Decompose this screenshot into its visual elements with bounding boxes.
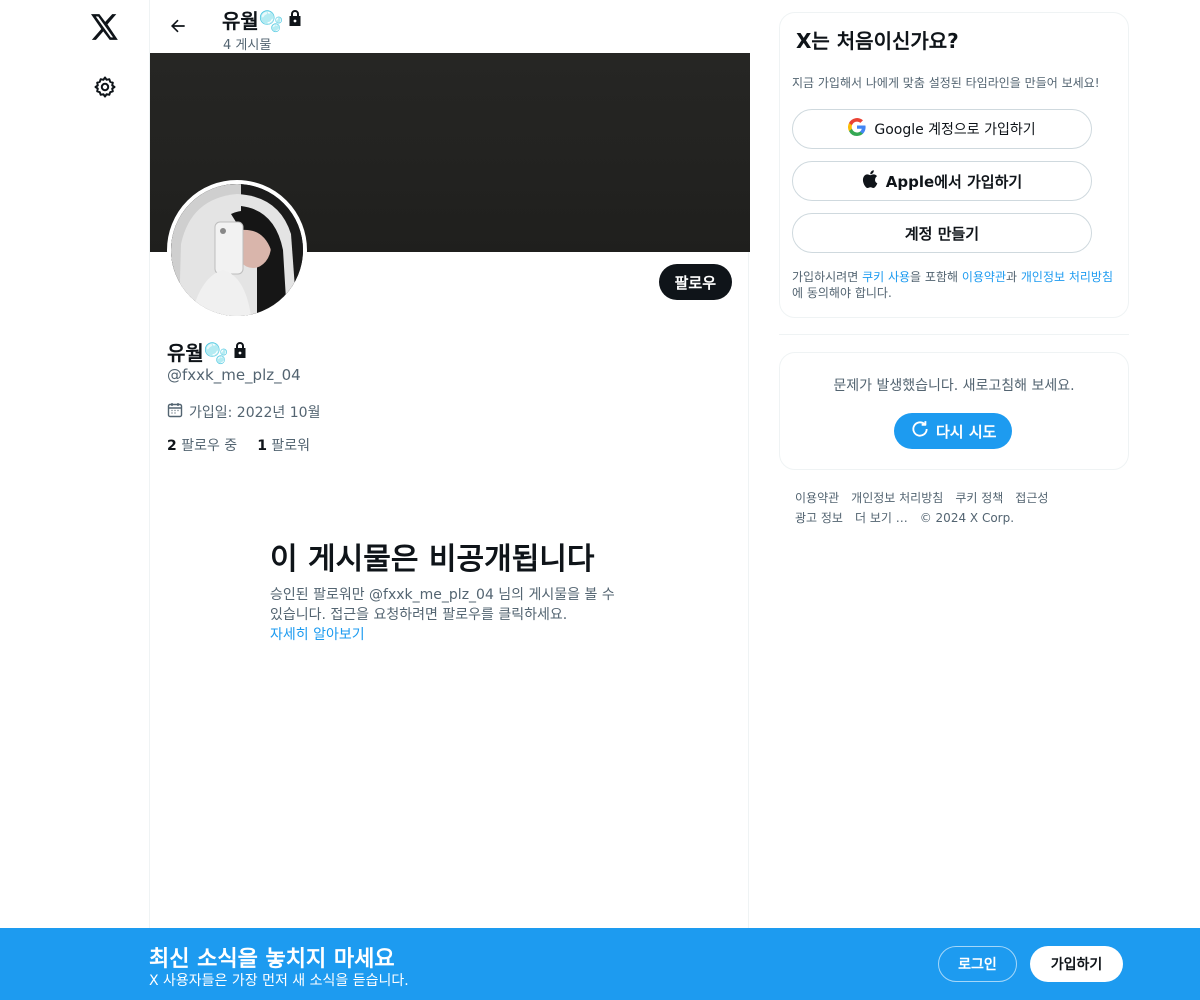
terms-mid2: 과 bbox=[1006, 270, 1021, 284]
terms-of-service-link[interactable]: 이용약관 bbox=[962, 270, 1006, 284]
following-label: 팔로우 중 bbox=[181, 438, 238, 454]
gear-icon[interactable] bbox=[90, 72, 120, 102]
privacy-policy-link[interactable]: 개인정보 처리방침 bbox=[1021, 270, 1113, 284]
private-title: 이 게시물은 비공개됩니다 bbox=[270, 542, 595, 577]
joined-date: 가입일: 2022년 10월 bbox=[167, 402, 320, 422]
following-link[interactable]: 2 팔로우 중 bbox=[167, 435, 237, 455]
footer-link-ads[interactable]: 광고 정보 bbox=[795, 511, 843, 525]
calendar-icon bbox=[167, 402, 183, 422]
apple-icon bbox=[862, 170, 878, 192]
footer-link-privacy[interactable]: 개인정보 처리방침 bbox=[851, 491, 943, 505]
bottom-signup-bar: 최신 소식을 놓치지 마세요 X 사용자들은 가장 먼저 새 소식을 듣습니다.… bbox=[0, 928, 1200, 1000]
follow-stats: 2 팔로우 중 1 팔로워 bbox=[167, 435, 310, 455]
private-notice: 이 게시물은 비공개됩니다 승인된 팔로워만 @fxxk_me_plz_04 님… bbox=[270, 540, 630, 645]
signup-button[interactable]: 가입하기 bbox=[1030, 946, 1123, 982]
login-button[interactable]: 로그인 bbox=[938, 946, 1017, 982]
x-logo-icon[interactable] bbox=[88, 10, 122, 44]
retry-label: 다시 시도 bbox=[936, 422, 997, 441]
footer-copyright: © 2024 X Corp. bbox=[919, 511, 1015, 525]
terms-mid1: 을 포함해 bbox=[910, 270, 962, 284]
terms-prefix: 가입하시려면 bbox=[792, 270, 863, 284]
profile-name-text: 유월🫧 bbox=[167, 341, 229, 365]
error-card: 문제가 발생했습니다. 새로고침해 보세요. 다시 시도 bbox=[779, 352, 1129, 470]
retry-button[interactable]: 다시 시도 bbox=[894, 413, 1013, 449]
signup-title: X는 처음이신가요? bbox=[796, 29, 959, 53]
bottom-bar-subtitle: X 사용자들은 가장 먼저 새 소식을 듣습니다. bbox=[149, 973, 409, 989]
following-count: 2 bbox=[167, 438, 177, 454]
follow-button[interactable]: 팔로우 bbox=[658, 264, 732, 300]
profile-column: 유월🫧 4 게시물 팔로우 유월🫧 @fxxk_me_plz_04 가입일: 2… bbox=[149, 0, 750, 1000]
google-icon bbox=[848, 118, 866, 140]
learn-more-link[interactable]: 자세히 알아보기 bbox=[270, 625, 630, 645]
lock-icon bbox=[287, 8, 303, 32]
avatar[interactable] bbox=[167, 180, 307, 320]
create-account-button[interactable]: 계정 만들기 bbox=[792, 213, 1092, 253]
header-name-text: 유월🫧 bbox=[222, 9, 284, 33]
sidebar-divider bbox=[779, 334, 1129, 335]
profile-handle: @fxxk_me_plz_04 bbox=[167, 366, 301, 384]
terms-suffix: 에 동의해야 합니다. bbox=[792, 286, 892, 300]
signup-card: X는 처음이신가요? 지금 가입해서 나에게 맞춤 설정된 타임라인을 만들어 … bbox=[779, 12, 1129, 318]
left-nav bbox=[0, 0, 150, 1000]
footer-links: 이용약관 개인정보 처리방침 쿠키 정책 접근성 광고 정보 더 보기 … © 2024 … bbox=[795, 488, 1125, 528]
footer-link-accessibility[interactable]: 접근성 bbox=[1015, 491, 1048, 505]
google-signup-button[interactable]: Google 계정으로 가입하기 bbox=[792, 109, 1092, 149]
followers-count: 1 bbox=[257, 438, 267, 454]
bottom-bar-title: 최신 소식을 놓치지 마세요 bbox=[149, 947, 395, 972]
profile-header-bar: 유월🫧 4 게시물 bbox=[150, 0, 750, 53]
lock-icon bbox=[232, 340, 248, 364]
followers-link[interactable]: 1 팔로워 bbox=[257, 435, 310, 455]
header-profile-name: 유월🫧 bbox=[222, 5, 303, 34]
refresh-icon bbox=[910, 419, 930, 443]
signup-subtitle: 지금 가입해서 나에게 맞춤 설정된 타임라인을 만들어 보세요! bbox=[792, 76, 1100, 90]
joined-text: 가입일: 2022년 10월 bbox=[189, 405, 321, 421]
back-arrow-icon[interactable] bbox=[164, 12, 192, 40]
footer-link-more[interactable]: 더 보기 … bbox=[855, 511, 908, 525]
posts-count: 4 게시물 bbox=[223, 38, 272, 53]
followers-label: 팔로워 bbox=[271, 438, 311, 454]
footer-link-cookies[interactable]: 쿠키 정책 bbox=[955, 491, 1003, 505]
profile-name: 유월🫧 bbox=[167, 337, 248, 366]
cookie-use-link[interactable]: 쿠키 사용 bbox=[862, 270, 910, 284]
apple-signup-button[interactable]: Apple에서 가입하기 bbox=[792, 161, 1092, 201]
footer-link-terms[interactable]: 이용약관 bbox=[795, 491, 839, 505]
signup-terms: 가입하시려면 쿠키 사용을 포함해 이용약관과 개인정보 처리방침에 동의해야 … bbox=[792, 269, 1118, 301]
error-message: 문제가 발생했습니다. 새로고침해 보세요. bbox=[833, 378, 1075, 394]
apple-signup-label: Apple에서 가입하기 bbox=[885, 172, 1023, 191]
private-body: 승인된 팔로워만 @fxxk_me_plz_04 님의 게시물을 볼 수 있습니… bbox=[270, 587, 615, 623]
google-signup-label: Google 계정으로 가입하기 bbox=[874, 122, 1036, 138]
